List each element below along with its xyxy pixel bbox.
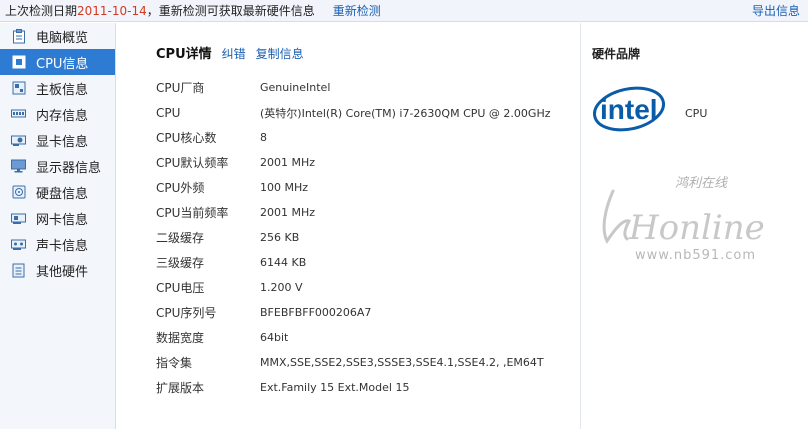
info-row: CPU默认频率 2001 MHz	[156, 150, 576, 175]
info-key: CPU电压	[156, 281, 205, 295]
svg-text:www.nb591.com: www.nb591.com	[635, 248, 756, 263]
clipboard-icon	[11, 28, 26, 44]
info-row: 三级缓存 6144 KB	[156, 250, 576, 275]
page-title: CPU详情	[156, 47, 212, 62]
sidebar-item-cpu[interactable]: CPU信息	[0, 49, 115, 75]
info-row: CPU (英特尔)Intel(R) Core(TM) i7-2630QM CPU …	[156, 100, 576, 125]
info-key: CPU当前频率	[156, 206, 229, 220]
brand-cpu-label: CPU	[685, 107, 708, 120]
sidebar-item-sound[interactable]: 声卡信息	[0, 231, 115, 257]
info-value: 256 KB	[260, 231, 300, 244]
info-row: 二级缓存 256 KB	[156, 225, 576, 250]
sidebar-item-label: 硬盘信息	[36, 186, 89, 202]
recheck-hint: ，重新检测可获取最新硬件信息	[146, 4, 315, 18]
svg-text:intel: intel	[600, 94, 658, 125]
info-value: 64bit	[260, 331, 289, 344]
sidebar-item-label: 显示器信息	[36, 160, 102, 176]
sidebar-item-network[interactable]: 网卡信息	[0, 205, 115, 231]
sidebar-item-label: 电脑概览	[36, 30, 89, 46]
sound-card-icon	[11, 237, 26, 252]
cpu-details-panel: CPU详情 纠错 复制信息 CPU厂商 GenuineIntel CPU (英特尔)…	[116, 23, 580, 429]
sidebar-item-memory[interactable]: 内存信息	[0, 101, 115, 127]
info-key: CPU外频	[156, 181, 205, 195]
svg-text:Honline: Honline	[628, 208, 765, 248]
info-key: 扩展版本	[156, 381, 205, 395]
svg-text:鸿利在线: 鸿利在线	[675, 176, 728, 191]
info-key: 指令集	[156, 356, 193, 370]
report-error-link[interactable]: 纠错	[222, 45, 246, 62]
brand-title: 硬件品牌	[592, 47, 641, 61]
info-key: CPU核心数	[156, 131, 217, 145]
sidebar-item-label: 显卡信息	[36, 134, 89, 150]
copy-info-link[interactable]: 复制信息	[256, 45, 304, 62]
info-value: 8	[260, 131, 267, 144]
info-row: CPU厂商 GenuineIntel	[156, 75, 576, 100]
section-header: CPU详情 纠错 复制信息	[156, 43, 304, 62]
brand-panel: 硬件品牌 intel CPU 鸿利在线 Honline www.nb591.co…	[580, 23, 808, 429]
sidebar-item-overview[interactable]: 电脑概览	[0, 23, 115, 49]
info-key: 数据宽度	[156, 331, 205, 345]
intel-logo: intel	[591, 83, 667, 138]
memory-icon	[11, 107, 26, 122]
other-hardware-icon	[11, 263, 26, 278]
info-row: CPU外频 100 MHz	[156, 175, 576, 200]
hard-disk-icon	[11, 185, 26, 200]
last-check-date: 2011-10-14	[77, 3, 147, 18]
network-card-icon	[11, 211, 26, 226]
info-key: CPU默认频率	[156, 156, 229, 170]
graphics-card-icon	[11, 133, 26, 148]
info-value: 6144 KB	[260, 256, 307, 269]
top-bar: 上次检测日期 2011-10-14 ，重新检测可获取最新硬件信息 重新检测 导出…	[0, 0, 808, 22]
info-value: MMX,SSE,SSE2,SSE3,SSSE3,SSE4.1,SSE4.2, ,…	[260, 356, 544, 369]
site-watermark: 鸿利在线 Honline www.nb591.com	[585, 169, 807, 272]
info-value: 2001 MHz	[260, 206, 316, 219]
sidebar: 电脑概览 CPU信息 主板信息 内存信息 显卡信息 显示器信息 硬盘信息 网卡信…	[0, 23, 116, 429]
sidebar-item-label: 其他硬件	[36, 264, 89, 280]
export-info-link[interactable]: 导出信息	[752, 2, 800, 19]
sidebar-item-label: CPU信息	[36, 56, 89, 72]
info-row: 指令集 MMX,SSE,SSE2,SSE3,SSSE3,SSE4.1,SSE4.2…	[156, 350, 576, 375]
info-key: 三级缓存	[156, 256, 205, 270]
info-row: CPU序列号 BFEBFBFF000206A7	[156, 300, 576, 325]
info-value: (英特尔)Intel(R) Core(TM) i7-2630QM CPU @ 2…	[260, 106, 551, 120]
last-check-label: 上次检测日期	[5, 4, 78, 18]
info-row: CPU电压 1.200 V	[156, 275, 576, 300]
info-row: CPU当前频率 2001 MHz	[156, 200, 576, 225]
sidebar-item-label: 网卡信息	[36, 212, 89, 228]
info-key: CPU	[156, 105, 181, 120]
sidebar-item-label: 声卡信息	[36, 238, 89, 254]
info-row: 扩展版本 Ext.Family 15 Ext.Model 15	[156, 375, 576, 400]
info-value: Ext.Family 15 Ext.Model 15	[260, 381, 410, 394]
info-value: 100 MHz	[260, 181, 309, 194]
sidebar-item-motherboard[interactable]: 主板信息	[0, 75, 115, 101]
sidebar-item-label: 内存信息	[36, 108, 89, 124]
sidebar-item-monitor[interactable]: 显示器信息	[0, 153, 115, 179]
recheck-link[interactable]: 重新检测	[333, 2, 381, 19]
info-key: 二级缓存	[156, 231, 205, 245]
cpu-info-list: CPU厂商 GenuineIntel CPU (英特尔)Intel(R) Core(…	[156, 75, 576, 400]
motherboard-icon	[11, 81, 26, 96]
info-value: 1.200 V	[260, 281, 303, 294]
sidebar-item-harddisk[interactable]: 硬盘信息	[0, 179, 115, 205]
info-value: GenuineIntel	[260, 81, 331, 94]
sidebar-item-other[interactable]: 其他硬件	[0, 257, 115, 283]
info-key: CPU厂商	[156, 81, 205, 95]
monitor-icon	[11, 159, 26, 174]
info-key: CPU序列号	[156, 306, 217, 320]
info-row: 数据宽度 64bit	[156, 325, 576, 350]
info-row: CPU核心数 8	[156, 125, 576, 150]
info-value: BFEBFBFF000206A7	[260, 306, 372, 319]
cpu-icon	[11, 55, 26, 70]
sidebar-item-label: 主板信息	[36, 82, 89, 98]
sidebar-item-graphics[interactable]: 显卡信息	[0, 127, 115, 153]
info-value: 2001 MHz	[260, 156, 316, 169]
